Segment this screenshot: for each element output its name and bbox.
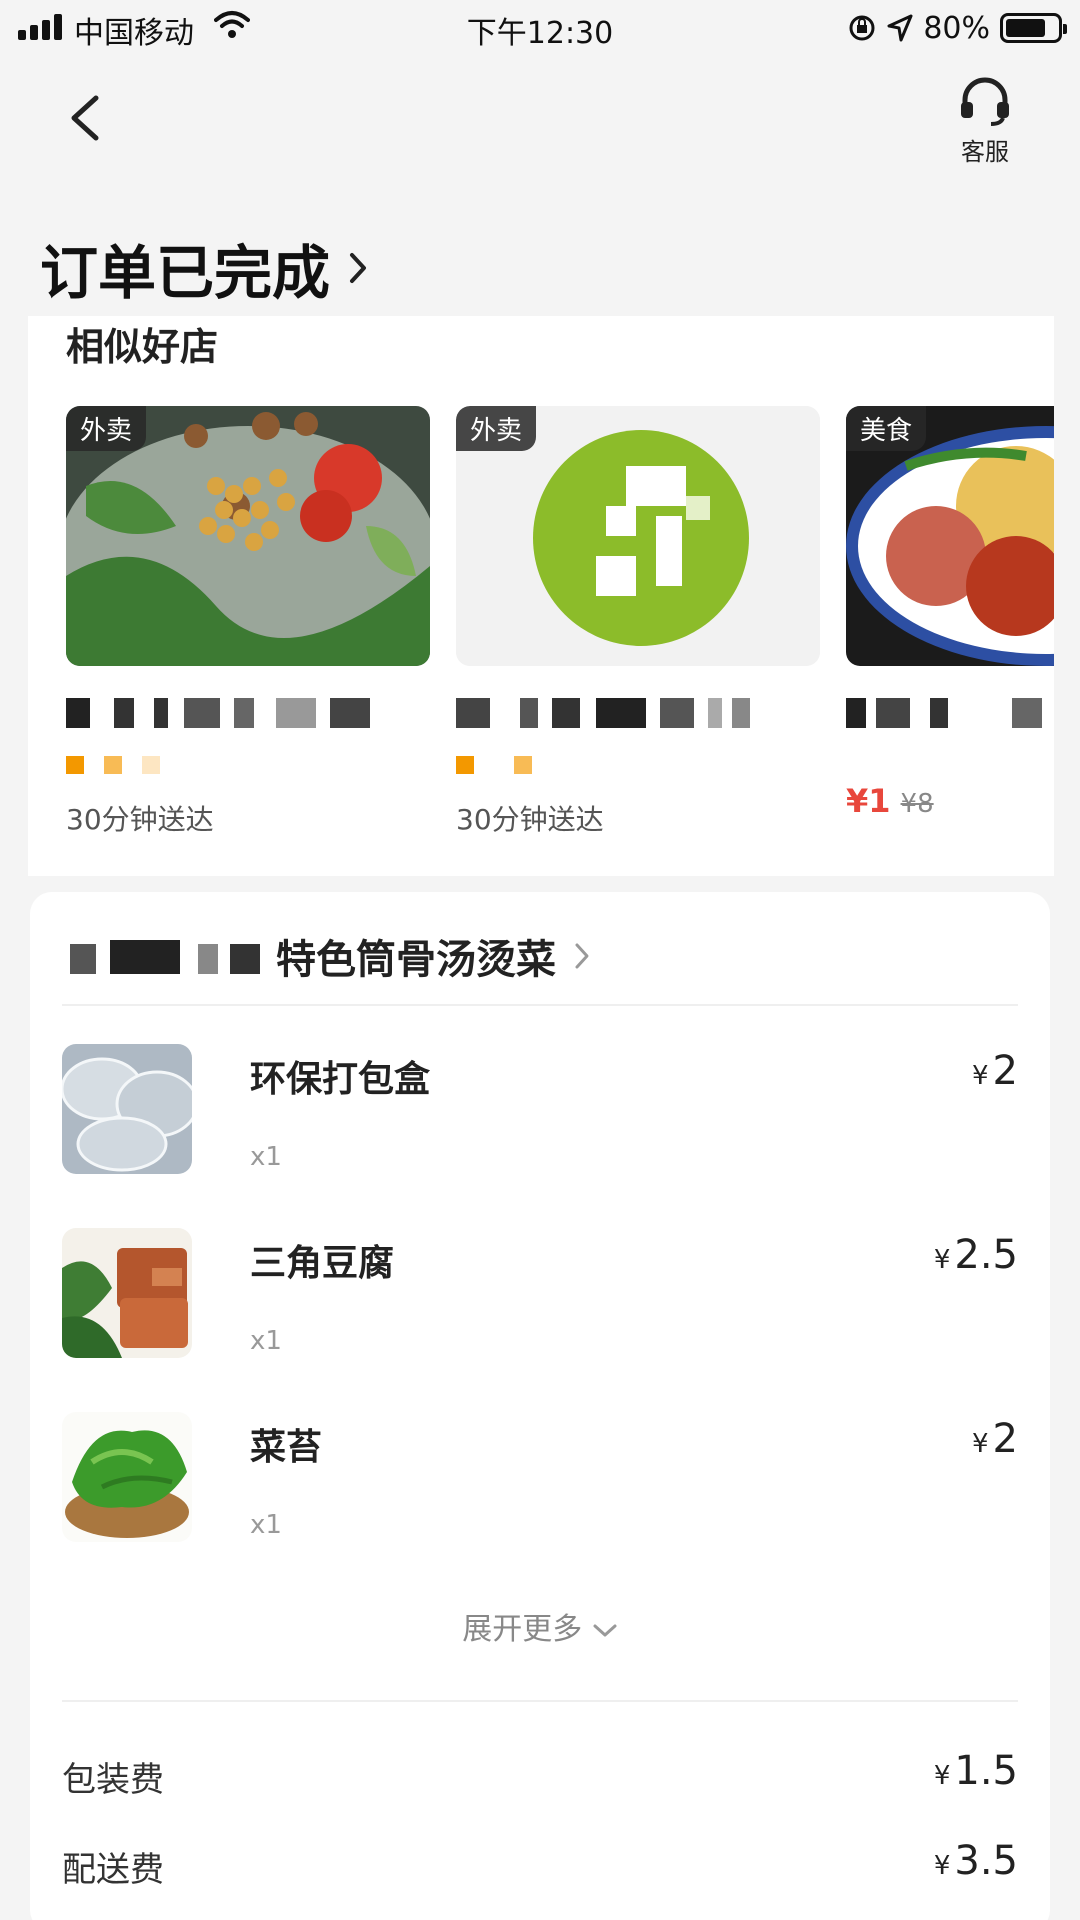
store-name-redacted (66, 690, 430, 734)
store-tag: 美食 (846, 406, 927, 451)
original-price: ¥8 (900, 789, 934, 819)
currency-symbol: ¥ (933, 1761, 951, 1791)
battery-icon (1000, 13, 1067, 43)
item-image (62, 1412, 192, 1542)
item-image (62, 1044, 192, 1174)
store-rating (456, 756, 820, 776)
shop-name-link[interactable]: 特色筒骨汤烫菜 (70, 926, 590, 986)
status-right-group: 80% (847, 8, 1067, 48)
fee-row-packaging: 包装费 ¥1.5 (62, 1748, 1018, 1802)
battery-percent: 80% (923, 10, 990, 46)
item-name: 三角豆腐 (250, 1243, 395, 1284)
item-price-value: 2 (992, 1416, 1018, 1462)
store-card[interactable]: 美食 ¥1 ¥8 (846, 406, 1054, 820)
headset-icon (961, 77, 1009, 126)
item-image (62, 1228, 192, 1358)
delivery-time: 30分钟送达 (456, 803, 604, 836)
order-status-text: 订单已完成 (40, 239, 331, 307)
item-name: 环保打包盒 (250, 1059, 431, 1100)
order-item: 三角豆腐 x1 ¥2.5 (62, 1228, 1018, 1358)
item-quantity: x1 (250, 1326, 282, 1356)
discount-price: ¥1 (846, 782, 891, 820)
fee-row-delivery: 配送费 ¥3.5 (62, 1838, 1018, 1892)
status-bar: 中国移动 下午12:30 80% (0, 0, 1080, 56)
similar-stores-section: 相似好店 外卖 30分钟送达 外卖 30分钟送达 美食 ¥1 ¥8 (28, 316, 1054, 876)
store-name-redacted (846, 690, 1054, 734)
fee-amount: 3.5 (954, 1838, 1018, 1884)
fee-label: 配送费 (62, 1850, 164, 1890)
item-price: ¥2.5 (934, 1232, 1018, 1278)
item-quantity: x1 (250, 1510, 282, 1540)
customer-service-label: 客服 (961, 138, 1009, 166)
order-detail-card: 特色筒骨汤烫菜 环保打包盒 x1 ¥2 三角豆腐 x1 ¥ 2.5 菜苔 x1 … (30, 892, 1050, 1920)
divider (62, 1700, 1018, 1702)
fee-label: 包装费 (62, 1760, 164, 1800)
shop-name-redacted (70, 936, 270, 976)
chevron-right-icon (575, 943, 589, 969)
item-name: 菜苔 (250, 1427, 323, 1468)
fee-value: ¥1.5 (934, 1748, 1018, 1794)
store-image: 外卖 (66, 406, 430, 666)
currency-symbol: ¥ (972, 1429, 989, 1459)
item-price: ¥2 (972, 1416, 1018, 1462)
order-item: 环保打包盒 x1 ¥2 (62, 1044, 1018, 1174)
customer-service-button[interactable]: 客服 (940, 76, 1030, 167)
item-price: ¥2 (972, 1048, 1018, 1094)
order-item: 菜苔 x1 ¥2 (62, 1412, 1018, 1542)
fee-amount: 1.5 (954, 1748, 1018, 1794)
orientation-lock-icon (849, 15, 875, 41)
chevron-right-icon (350, 253, 367, 283)
store-price: ¥1 ¥8 (846, 782, 1054, 820)
currency-symbol: ¥ (972, 1061, 989, 1091)
store-image: 美食 (846, 406, 1054, 666)
item-quantity: x1 (250, 1142, 282, 1172)
chevron-down-icon (593, 1624, 617, 1637)
shop-name-text: 特色筒骨汤烫菜 (276, 937, 556, 983)
store-name-redacted (456, 690, 820, 734)
order-status-title[interactable]: 订单已完成 (40, 226, 368, 310)
item-price-value: 2.5 (954, 1232, 1018, 1278)
divider (62, 1004, 1018, 1006)
store-image: 外卖 (456, 406, 820, 666)
item-price-value: 2 (992, 1048, 1018, 1094)
currency-symbol: ¥ (933, 1851, 951, 1881)
delivery-time: 30分钟送达 (66, 803, 214, 836)
store-card[interactable]: 外卖 30分钟送达 (66, 406, 430, 838)
store-rating (66, 756, 430, 776)
location-icon (887, 14, 913, 42)
store-tag: 外卖 (66, 406, 147, 451)
expand-more-button[interactable]: 展开更多 (30, 1604, 1050, 1648)
section-title: 相似好店 (66, 325, 219, 369)
expand-more-label: 展开更多 (462, 1612, 583, 1647)
fee-value: ¥3.5 (934, 1838, 1018, 1884)
currency-symbol: ¥ (933, 1245, 951, 1275)
store-tag: 外卖 (456, 406, 537, 451)
store-card[interactable]: 外卖 30分钟送达 (456, 406, 820, 838)
back-arrow-icon[interactable] (60, 88, 110, 148)
